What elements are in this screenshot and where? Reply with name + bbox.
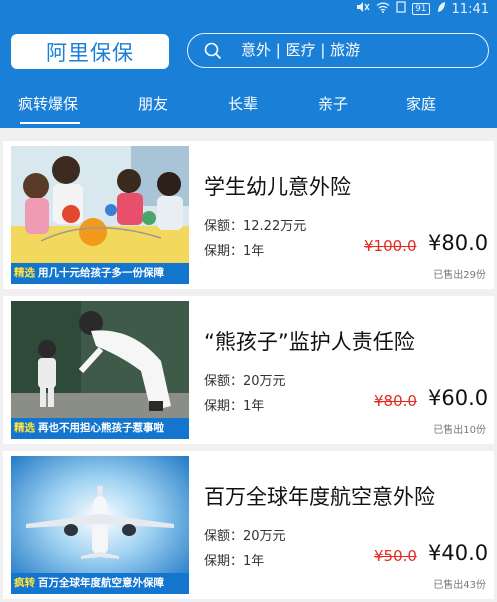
product-image: 精选 再也不用担心熊孩子惹事啦 [11, 301, 189, 439]
tab-family[interactable]: 家庭 [406, 90, 436, 120]
leaf-icon [436, 1, 446, 17]
tab-hot[interactable]: 疯转爆保 [18, 90, 78, 120]
sold-count: 已售出43份 [433, 580, 486, 591]
battery-icon: 91 [412, 3, 430, 15]
coverage-term: 保期：1年 [204, 399, 265, 414]
clock: 11:41 [451, 1, 489, 17]
search-placeholder: 意外 | 医疗 | 旅游 [241, 41, 361, 59]
image-caption: 精选 用几十元给孩子多一份保障 [11, 263, 189, 284]
product-image: 疯转 百万全球年度航空意外保障 [11, 456, 189, 594]
tab-elders[interactable]: 长辈 [228, 90, 258, 120]
product-title: 百万全球年度航空意外险 [204, 485, 435, 509]
original-price: ¥100.0 [364, 237, 417, 255]
coverage-amount: 保额：12.22万元 [204, 219, 307, 234]
product-card[interactable]: 疯转 百万全球年度航空意外保障 百万全球年度航空意外险 保额：20万元 保期：1年… [3, 451, 494, 599]
brand-button[interactable]: 阿里保保 [11, 34, 169, 69]
search-icon [204, 42, 222, 60]
sim-icon [396, 1, 406, 17]
active-tab-indicator [20, 122, 80, 124]
product-card[interactable]: 精选 再也不用担心熊孩子惹事啦 “熊孩子”监护人责任险 保额：20万元 保期：1年… [3, 296, 494, 444]
product-card[interactable]: 精选 用几十元给孩子多一份保障 学生幼儿意外险 保额：12.22万元 保期：1年 … [3, 141, 494, 289]
image-caption: 疯转 百万全球年度航空意外保障 [11, 573, 189, 594]
original-price: ¥80.0 [374, 392, 417, 410]
coverage-term: 保期：1年 [204, 244, 265, 259]
app-header: 91 11:41 阿里保保 意外 | 医疗 | 旅游 疯转爆保 朋友 长辈 亲子… [0, 0, 497, 128]
search-bar[interactable]: 意外 | 医疗 | 旅游 [187, 33, 489, 68]
coverage-amount: 保额：20万元 [204, 529, 286, 544]
original-price: ¥50.0 [374, 547, 417, 565]
mute-icon [356, 1, 370, 17]
tab-parent-child[interactable]: 亲子 [318, 90, 348, 120]
coverage-term: 保期：1年 [204, 554, 265, 569]
current-price: ¥40.0 [428, 541, 489, 565]
tab-friends[interactable]: 朋友 [138, 90, 168, 120]
category-tabs: 疯转爆保 朋友 长辈 亲子 家庭 [0, 90, 497, 120]
current-price: ¥80.0 [428, 231, 489, 255]
status-bar: 91 11:41 [356, 0, 489, 18]
product-title: 学生幼儿意外险 [204, 175, 351, 199]
current-price: ¥60.0 [428, 386, 489, 410]
coverage-amount: 保额：20万元 [204, 374, 286, 389]
wifi-icon [376, 1, 390, 17]
product-title: “熊孩子”监护人责任险 [204, 330, 415, 354]
image-caption: 精选 再也不用担心熊孩子惹事啦 [11, 418, 189, 439]
sold-count: 已售出29份 [433, 270, 486, 281]
sold-count: 已售出10份 [433, 425, 486, 436]
product-image: 精选 用几十元给孩子多一份保障 [11, 146, 189, 284]
